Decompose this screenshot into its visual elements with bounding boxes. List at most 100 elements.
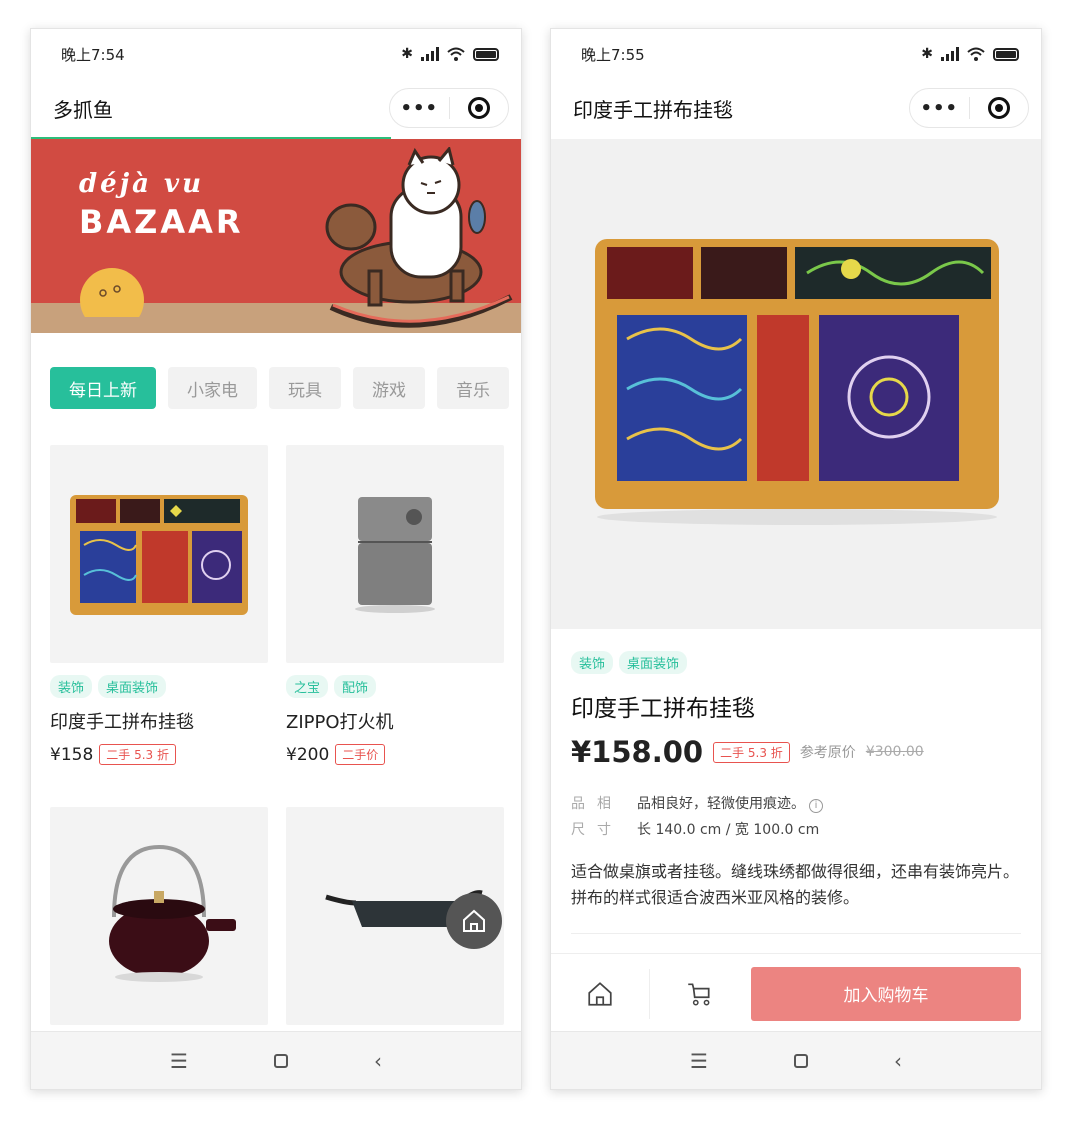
bluetooth-icon: ✱: [401, 46, 413, 62]
cat-rocking-horse-illustration: [325, 147, 513, 328]
tag[interactable]: 桌面装饰: [619, 651, 688, 674]
product-detail-screen: 晚上7:55 ✱ 印度手工拼布挂毯 ••• 装饰 桌面装饰 印度手工拼布挂毯 ¥…: [550, 28, 1042, 1090]
status-time: 晚上7:55: [581, 45, 645, 64]
price-row: ¥158 二手 5.3 折: [50, 744, 268, 765]
product-price: ¥158: [50, 744, 94, 765]
page-title: 多抓鱼: [53, 97, 113, 122]
tag[interactable]: 配饰: [334, 675, 377, 698]
category-tab[interactable]: 音乐: [437, 367, 509, 409]
nav-bar: 多抓鱼 •••: [31, 79, 521, 137]
tag[interactable]: 装饰: [50, 675, 93, 698]
info-icon[interactable]: i: [809, 799, 823, 813]
nav-bar: 印度手工拼布挂毯 •••: [551, 79, 1041, 137]
home-icon: [463, 909, 485, 932]
battery-icon: [473, 47, 499, 61]
cart-button[interactable]: [650, 954, 748, 1034]
spec-value: 长 140.0 cm / 宽 100.0 cm: [637, 822, 820, 838]
kettle-photo: [109, 844, 236, 982]
discount-badge: 二手 5.3 折: [99, 744, 176, 765]
menu-icon[interactable]: ☰: [170, 1049, 188, 1073]
status-bar: 晚上7:55 ✱: [551, 29, 1041, 79]
bluetooth-icon: ✱: [921, 46, 933, 62]
product-description: 适合做桌旗或者挂毯。缝线珠绣都做得很细，还串有装饰亮片。拼布的样式很适合波西米亚…: [571, 862, 1020, 907]
page-title: 印度手工拼布挂毯: [573, 97, 733, 122]
sun-face-illustration: [80, 268, 144, 317]
banner-subtitle: déjà vu: [79, 169, 205, 199]
product-hero-image[interactable]: [551, 139, 1041, 629]
product-title: 印度手工拼布挂毯: [571, 696, 755, 722]
battery-icon: [993, 47, 1019, 61]
menu-icon[interactable]: ☰: [690, 1049, 708, 1073]
more-button[interactable]: •••: [910, 98, 969, 119]
spec-label: 尺寸: [571, 822, 623, 838]
miniprogram-capsule: •••: [389, 88, 509, 128]
product-image-kettle[interactable]: [50, 807, 268, 1025]
banner-title: BAZAAR: [79, 203, 244, 241]
discount-badge: 二手 5.3 折: [713, 741, 790, 763]
miniprogram-capsule: •••: [909, 88, 1029, 128]
original-price: ¥300.00: [865, 744, 924, 760]
close-miniprogram-button[interactable]: [970, 97, 1029, 119]
status-icons: ✱: [921, 46, 1019, 62]
spec-list: 品相 品相良好，轻微使用痕迹。 i 尺寸 长 140.0 cm / 宽 100.0…: [571, 793, 823, 845]
category-tab[interactable]: 每日上新: [50, 367, 156, 409]
home-square-icon[interactable]: [793, 1053, 808, 1068]
more-button[interactable]: •••: [390, 98, 449, 119]
product-name[interactable]: ZIPPO打火机: [286, 708, 504, 734]
spec-condition: 品相 品相良好，轻微使用痕迹。 i: [571, 793, 823, 813]
home-square-icon[interactable]: [273, 1053, 288, 1068]
price-row: ¥200 二手价: [286, 744, 504, 765]
product-card[interactable]: 之宝 配饰 ZIPPO打火机 ¥200 二手价: [286, 445, 504, 765]
wifi-icon: [967, 47, 985, 61]
product-name[interactable]: 印度手工拼布挂毯: [50, 708, 268, 734]
target-icon: [987, 97, 1010, 119]
target-icon: [467, 97, 490, 119]
status-icons: ✱: [401, 46, 499, 62]
close-miniprogram-button[interactable]: [450, 97, 509, 119]
tag[interactable]: 之宝: [286, 675, 329, 698]
category-tab[interactable]: 小家电: [168, 367, 257, 409]
spec-value: 品相良好，轻微使用痕迹。 i: [637, 793, 823, 813]
action-bar: 加入购物车: [551, 953, 1041, 1033]
condition-value: 品相良好，轻微使用痕迹。: [637, 796, 805, 812]
signal-icon: [941, 47, 959, 61]
status-time: 晚上7:54: [61, 45, 125, 64]
category-tab[interactable]: 玩具: [269, 367, 341, 409]
status-bar: 晚上7:54 ✱: [31, 29, 521, 79]
tag[interactable]: 桌面装饰: [98, 675, 167, 698]
back-icon[interactable]: ‹: [894, 1049, 902, 1073]
back-icon[interactable]: ‹: [374, 1049, 382, 1073]
wifi-icon: [447, 47, 465, 61]
product-card[interactable]: [50, 807, 268, 1025]
product-price: ¥200: [286, 744, 330, 765]
lighter-photo: [355, 497, 435, 613]
home-fab-button[interactable]: [446, 893, 502, 949]
tapestry-photo: [70, 495, 248, 615]
product-image-tapestry[interactable]: [50, 445, 268, 663]
cart-icon: [688, 982, 710, 1006]
home-screen: 晚上7:54 ✱ 多抓鱼 ••• déjà vu BAZAAR 每日上新 小家电…: [30, 28, 522, 1090]
signal-icon: [421, 47, 439, 61]
add-to-cart-button[interactable]: 加入购物车: [751, 966, 1021, 1021]
price-badge: 二手价: [335, 744, 386, 765]
spec-label: 品相: [571, 796, 623, 812]
product-image-zippo[interactable]: [286, 445, 504, 663]
price-row: ¥158.00 二手 5.3 折 参考原价 ¥300.00: [571, 735, 924, 769]
system-nav-bar: ☰ ‹: [31, 1031, 521, 1089]
system-nav-bar: ☰ ‹: [551, 1031, 1041, 1089]
product-tags: 装饰 桌面装饰: [50, 675, 268, 698]
promo-banner[interactable]: déjà vu BAZAAR: [31, 139, 521, 333]
category-tab[interactable]: 游戏: [353, 367, 425, 409]
home-icon: [588, 981, 612, 1006]
tapestry-photo-large: [595, 239, 999, 525]
reference-price-label: 参考原价: [799, 745, 856, 761]
home-button[interactable]: [551, 954, 649, 1034]
tag[interactable]: 装饰: [571, 651, 614, 674]
divider: [571, 933, 1021, 934]
category-tabs: 每日上新 小家电 玩具 游戏 音乐: [50, 367, 521, 409]
product-tags: 装饰 桌面装饰: [571, 651, 688, 674]
product-price: ¥158.00: [571, 735, 704, 769]
spec-size: 尺寸 长 140.0 cm / 宽 100.0 cm: [571, 819, 823, 839]
product-tags: 之宝 配饰: [286, 675, 504, 698]
product-card[interactable]: 装饰 桌面装饰 印度手工拼布挂毯 ¥158 二手 5.3 折: [50, 445, 268, 765]
